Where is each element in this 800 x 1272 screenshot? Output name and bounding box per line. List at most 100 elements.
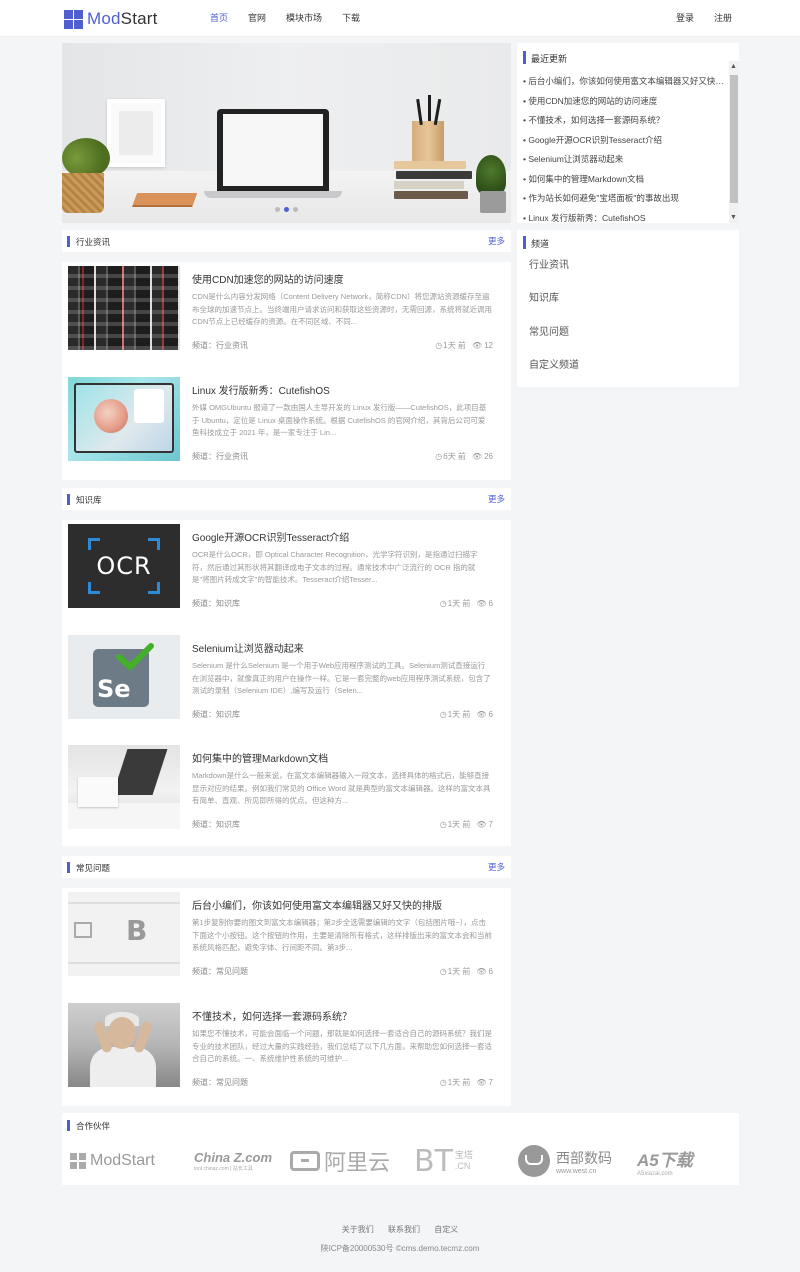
article-channel: 频道：知识库 bbox=[192, 820, 240, 829]
footer-icp[interactable]: 陕ICP备20000530号 ©cms.demo.tecmz.com bbox=[0, 1243, 800, 1254]
top-header: ModStart 首页 官网 模块市场 下载 登录 注册 bbox=[0, 0, 800, 37]
article-title[interactable]: Linux 发行版新秀：CutefishOS bbox=[192, 382, 330, 397]
article-channel: 频道：知识库 bbox=[192, 710, 240, 719]
article-thumbnail[interactable] bbox=[68, 266, 180, 350]
eye-icon: 👁 bbox=[476, 820, 487, 829]
article-card[interactable]: B 后台小编们，你该如何使用富文本编辑器又好又快的排版 第1步复制你要的图文到富… bbox=[68, 892, 505, 976]
latest-item[interactable]: • Google开源OCR识别Tesseract介绍 bbox=[523, 131, 725, 151]
nav-download[interactable]: 下载 bbox=[342, 0, 360, 37]
eye-icon: 👁 bbox=[476, 599, 487, 608]
article-channel: 频道：常见问题 bbox=[192, 967, 248, 976]
footer-link-contact[interactable]: 联系我们 bbox=[388, 1225, 420, 1234]
section-knowledge-base: 知识库 更多 OCR Google开源OCR识别Tesseract介绍 OCR是… bbox=[62, 488, 511, 846]
auth-links: 登录 注册 bbox=[656, 0, 732, 37]
partner-logo-modstart[interactable]: ModStart bbox=[70, 1141, 155, 1181]
nav-home[interactable]: 首页 bbox=[210, 0, 228, 37]
scroll-down-icon[interactable]: ▼ bbox=[730, 214, 737, 221]
register-link[interactable]: 注册 bbox=[714, 0, 732, 37]
latest-item[interactable]: • 不懂技术，如何选择一套源码系统？ bbox=[523, 111, 725, 131]
article-thumbnail[interactable]: B bbox=[68, 892, 180, 976]
article-thumbnail[interactable]: Se bbox=[68, 635, 180, 719]
carousel-dot[interactable] bbox=[293, 207, 298, 212]
clock-icon: ◷ bbox=[439, 820, 447, 829]
eye-icon: 👁 bbox=[471, 452, 483, 461]
logo-grid-icon bbox=[64, 9, 83, 29]
latest-item[interactable]: • Selenium让浏览器动起来 bbox=[523, 150, 725, 170]
checkmark-icon bbox=[116, 643, 154, 671]
article-channel: 频道：知识库 bbox=[192, 599, 240, 608]
clock-icon: ◷ bbox=[435, 341, 443, 350]
nav-official[interactable]: 官网 bbox=[248, 0, 266, 37]
article-thumbnail[interactable] bbox=[68, 1003, 180, 1087]
article-title[interactable]: 如何集中的管理Markdown文档 bbox=[192, 750, 328, 765]
footer-links: 关于我们 联系我们 自定义 bbox=[0, 1224, 800, 1235]
article-summary: 第1步复制你要的图文到富文本编辑器；第2步全选需要编辑的文字（包括图片哦~），点… bbox=[192, 918, 492, 952]
article-card[interactable]: Se Selenium让浏览器动起来 Selenium 是什么Selenium … bbox=[68, 635, 505, 719]
channel-title: 频道 bbox=[531, 239, 550, 249]
article-title[interactable]: Google开源OCR识别Tesseract介绍 bbox=[192, 529, 349, 544]
article-summary: OCR是什么OCR，即 Optical Character Recognitio… bbox=[192, 550, 478, 584]
picture-frame-image bbox=[107, 99, 165, 167]
partner-logo-west[interactable]: 西部数码 www.west.cn bbox=[518, 1141, 612, 1181]
section-title: 知识库 bbox=[76, 495, 102, 505]
footer-link-about[interactable]: 关于我们 bbox=[342, 1225, 374, 1234]
more-link[interactable]: 更多 bbox=[488, 493, 505, 505]
article-title[interactable]: 后台小编们，你该如何使用富文本编辑器又好又快的排版 bbox=[192, 897, 442, 912]
latest-item[interactable]: • 后台小编们，你该如何使用富文本编辑器又好又快的排版 bbox=[523, 72, 725, 92]
article-meta: ◷1天 前 👁 6 bbox=[439, 967, 493, 976]
article-card[interactable]: OCR Google开源OCR识别Tesseract介绍 OCR是什么OCR，即… bbox=[68, 524, 505, 608]
article-title[interactable]: Selenium让浏览器动起来 bbox=[192, 640, 304, 655]
article-card[interactable]: 不懂技术，如何选择一套源码系统？ 如果您不懂技术，可能会面临一个问题，那就是如何… bbox=[68, 1003, 505, 1087]
carousel-dot[interactable] bbox=[275, 207, 280, 212]
latest-item[interactable]: • 使用CDN加速您的网站的访问速度 bbox=[523, 92, 725, 112]
latest-item[interactable]: • 作为站长如何避免"宝塔面板"的事故出现 bbox=[523, 189, 725, 209]
partners-title: 合作伙伴 bbox=[76, 1121, 111, 1131]
carousel-dots bbox=[62, 201, 511, 215]
partner-logo-a5[interactable]: A5下载 A5xiazai.com bbox=[637, 1141, 693, 1181]
article-card[interactable]: 如何集中的管理Markdown文档 Markdown是什么一般来说，在富文本编辑… bbox=[68, 745, 505, 829]
article-title[interactable]: 不懂技术，如何选择一套源码系统？ bbox=[192, 1008, 352, 1023]
article-card[interactable]: 使用CDN加速您的网站的访问速度 CDN是什么内容分发网络（Content De… bbox=[68, 266, 505, 350]
clock-icon: ◷ bbox=[439, 710, 447, 719]
channel-item-faq[interactable]: 常见问题 bbox=[529, 323, 569, 338]
clock-icon: ◷ bbox=[439, 599, 447, 608]
article-summary: CDN是什么内容分发网络（Content Delivery Network，简称… bbox=[192, 292, 492, 326]
carousel-dot-active[interactable] bbox=[284, 207, 289, 212]
site-logo[interactable]: ModStart bbox=[64, 9, 158, 29]
section-industry-news: 行业资讯 更多 使用CDN加速您的网站的访问速度 CDN是什么内容分发网络（Co… bbox=[62, 230, 511, 480]
article-card[interactable]: Linux 发行版新秀：CutefishOS 外媒 OMGUbuntu 报道了一… bbox=[68, 377, 505, 461]
pencil-cup-image bbox=[412, 121, 444, 163]
article-meta: ◷1天 前 👁 6 bbox=[439, 599, 493, 608]
more-link[interactable]: 更多 bbox=[488, 861, 505, 873]
eye-icon: 👁 bbox=[476, 1078, 487, 1087]
footer-link-custom[interactable]: 自定义 bbox=[434, 1225, 458, 1234]
article-thumbnail[interactable] bbox=[68, 745, 180, 829]
partners-panel: 合作伙伴 ModStart China Z.com tool.chinaz.co… bbox=[62, 1113, 739, 1185]
article-title[interactable]: 使用CDN加速您的网站的访问速度 bbox=[192, 271, 344, 286]
latest-scrollbar[interactable]: ▲ ▼ bbox=[729, 61, 739, 223]
nav-module-market[interactable]: 模块市场 bbox=[286, 0, 322, 37]
article-meta: ◷1天 前 👁 12 bbox=[435, 341, 493, 350]
article-summary: 如果您不懂技术，可能会面临一个问题，那就是如何选择一套适合自己的源码系统？我们是… bbox=[192, 1029, 492, 1063]
potted-plant-image bbox=[476, 155, 506, 195]
logo-text: ModStart bbox=[87, 9, 158, 28]
article-summary: Selenium 是什么Selenium 是一个用于Web应用程序测试的工具。S… bbox=[192, 661, 491, 695]
latest-item[interactable]: • 如何集中的管理Markdown文档 bbox=[523, 170, 725, 190]
article-channel: 频道：行业资讯 bbox=[192, 452, 248, 461]
partner-logo-aliyun[interactable]: 阿里云 bbox=[290, 1141, 390, 1181]
latest-list: • 后台小编们，你该如何使用富文本编辑器又好又快的排版 • 使用CDN加速您的网… bbox=[523, 72, 725, 228]
latest-item[interactable]: • Linux 发行版新秀：CutefishOS bbox=[523, 209, 725, 229]
scroll-up-icon[interactable]: ▲ bbox=[730, 63, 737, 70]
scroll-thumb[interactable] bbox=[730, 75, 738, 203]
channel-item-custom[interactable]: 自定义频道 bbox=[529, 356, 579, 371]
banner-carousel[interactable] bbox=[62, 43, 511, 223]
partner-logo-chinaz[interactable]: China Z.com tool.chinaz.com | 站长工具 bbox=[194, 1141, 272, 1181]
login-link[interactable]: 登录 bbox=[676, 0, 694, 37]
partner-logo-bt[interactable]: BT 宝塔 .CN bbox=[414, 1141, 489, 1181]
article-thumbnail[interactable] bbox=[68, 377, 180, 461]
article-thumbnail[interactable]: OCR bbox=[68, 524, 180, 608]
more-link[interactable]: 更多 bbox=[488, 235, 505, 247]
channel-item-knowledge[interactable]: 知识库 bbox=[529, 289, 559, 304]
channel-item-industry[interactable]: 行业资讯 bbox=[529, 256, 569, 271]
article-channel: 频道：行业资讯 bbox=[192, 341, 248, 350]
